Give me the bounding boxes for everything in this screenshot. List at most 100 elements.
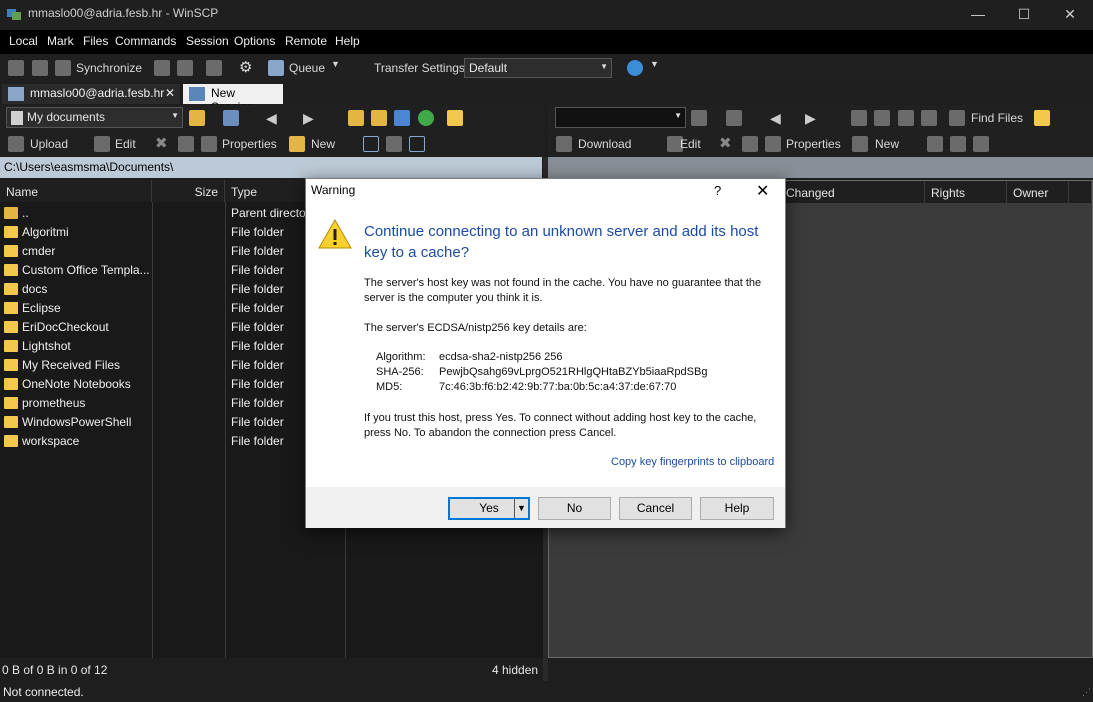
remote-new-button[interactable]: New: [875, 137, 899, 151]
remote-rename-icon[interactable]: [742, 136, 758, 152]
no-button[interactable]: No: [538, 497, 611, 520]
remote-home-icon[interactable]: [898, 110, 914, 126]
cancel-button[interactable]: Cancel: [619, 497, 692, 520]
sync-browse-icon[interactable]: [32, 60, 48, 76]
compare-icon[interactable]: [8, 60, 24, 76]
column-changed[interactable]: Changed: [774, 181, 925, 203]
menu-help[interactable]: Help: [335, 34, 360, 48]
minimize-button[interactable]: —: [955, 0, 1001, 28]
close-window-button[interactable]: ✕: [1047, 0, 1093, 28]
remote-forward-arrow-icon[interactable]: ▶: [805, 110, 821, 126]
download-button[interactable]: Download: [578, 137, 631, 151]
remote-properties-icon: [765, 136, 781, 152]
tab-session[interactable]: mmaslo00@adria.fesb.hr ✕: [2, 84, 180, 104]
menu-options[interactable]: Options: [234, 34, 275, 48]
folder-icon: [4, 226, 18, 238]
menu-session[interactable]: Session: [186, 34, 229, 48]
global-settings-icon[interactable]: [627, 60, 643, 76]
home-icon[interactable]: [394, 110, 410, 126]
menu-remote[interactable]: Remote: [285, 34, 327, 48]
left-path-bar[interactable]: C:\Users\easmsma\Documents\: [0, 157, 542, 178]
remote-select-files-icon[interactable]: [927, 136, 943, 152]
hidden-files-status[interactable]: 4 hidden: [492, 663, 538, 677]
find-files-button[interactable]: Find Files: [971, 111, 1023, 125]
remote-unselect-files-icon[interactable]: [950, 136, 966, 152]
rename-icon[interactable]: [178, 136, 194, 152]
remote-refresh-icon[interactable]: [921, 110, 937, 126]
gear-icon[interactable]: ⚙: [239, 60, 255, 76]
yes-dropdown-icon[interactable]: ▼: [514, 499, 528, 518]
back-arrow-icon[interactable]: ◀: [266, 110, 282, 126]
select-files-icon[interactable]: [363, 136, 379, 152]
unselect-files-icon[interactable]: [386, 136, 402, 152]
properties-button[interactable]: Properties: [222, 137, 277, 151]
column-owner[interactable]: Owner: [1007, 181, 1069, 203]
select-by-filter-icon[interactable]: [409, 136, 425, 152]
maximize-button[interactable]: ☐: [1001, 0, 1047, 28]
transfer-settings-select[interactable]: Default ▼: [464, 58, 612, 78]
parent-directory-icon[interactable]: [348, 110, 364, 126]
close-tab-icon[interactable]: ✕: [165, 86, 175, 100]
right-nav-toolbar: ▼ ◀ ▶ Find Files: [548, 105, 1093, 131]
new-button[interactable]: New: [311, 137, 335, 151]
resize-grip-icon[interactable]: ⋰: [1082, 687, 1091, 698]
yes-button[interactable]: Yes ▼: [448, 497, 530, 520]
root-directory-icon[interactable]: [371, 110, 387, 126]
remote-root-directory-icon[interactable]: [874, 110, 890, 126]
new-session-icon: [189, 87, 205, 101]
file-type: File folder: [231, 339, 284, 353]
forward-arrow-icon[interactable]: ▶: [303, 110, 319, 126]
synchronize-button[interactable]: Synchronize: [76, 61, 142, 75]
folder-icon: [4, 416, 18, 428]
folder-icon: [4, 340, 18, 352]
file-name: ..: [22, 206, 29, 220]
left-nav-toolbar: My documents ▼ ◀ ▶: [0, 105, 545, 131]
help-button[interactable]: Help: [700, 497, 774, 520]
menu-commands[interactable]: Commands: [115, 34, 176, 48]
remote-edit-button[interactable]: Edit: [680, 137, 701, 151]
upload-button[interactable]: Upload: [30, 137, 68, 151]
remote-back-arrow-icon[interactable]: ◀: [770, 110, 786, 126]
copy-fingerprints-link[interactable]: Copy key fingerprints to clipboard: [611, 456, 774, 468]
global-settings-dropdown-icon[interactable]: ▼: [650, 59, 659, 69]
menu-mark[interactable]: Mark: [47, 34, 74, 48]
menu-local[interactable]: Local: [9, 34, 38, 48]
right-location-select[interactable]: ▼: [555, 107, 686, 128]
remote-bookmarks-icon[interactable]: [1034, 110, 1050, 126]
main-toolbar: Synchronize ⚙ Queue ▼ Transfer Settings …: [0, 55, 1093, 81]
preferences-icon[interactable]: [206, 60, 222, 76]
edit-button[interactable]: Edit: [115, 137, 136, 151]
dialog-help-button[interactable]: ?: [714, 183, 721, 198]
file-type: File folder: [231, 377, 284, 391]
folder-icon: [4, 397, 18, 409]
remote-open-folder-icon[interactable]: [691, 110, 707, 126]
queue-dropdown-icon[interactable]: ▼: [331, 59, 340, 69]
file-name: EriDocCheckout: [22, 320, 109, 334]
queue-button[interactable]: Queue: [289, 61, 325, 75]
column-rights[interactable]: Rights: [925, 181, 1007, 203]
sha256-value: PewjbQsahg69vLprgO521RHlgQHtaBZYb5iaaRpd…: [439, 366, 708, 378]
remote-parent-directory-icon[interactable]: [851, 110, 867, 126]
open-folder-icon[interactable]: [189, 110, 205, 126]
dialog-close-button[interactable]: ✕: [756, 181, 769, 201]
column-name[interactable]: Name: [0, 180, 152, 202]
left-location-select[interactable]: My documents ▼: [6, 107, 183, 128]
refresh-icon[interactable]: [418, 110, 434, 126]
sha256-label: SHA-256:: [376, 366, 424, 378]
bookmarks-icon[interactable]: [447, 110, 463, 126]
putty-icon[interactable]: [177, 60, 193, 76]
terminal-icon[interactable]: [154, 60, 170, 76]
file-name: My Received Files: [22, 358, 121, 372]
column-size[interactable]: Size: [152, 180, 225, 202]
remote-delete-icon[interactable]: ✖: [719, 136, 735, 152]
delete-icon[interactable]: ✖: [155, 136, 171, 152]
right-path-bar[interactable]: [548, 157, 1093, 178]
menu-files[interactable]: Files: [83, 34, 108, 48]
remote-select-by-filter-icon[interactable]: [973, 136, 989, 152]
remote-filter-icon[interactable]: [726, 110, 742, 126]
remote-properties-button[interactable]: Properties: [786, 137, 841, 151]
filter-icon[interactable]: [223, 110, 239, 126]
right-file-toolbar: Download Edit ✖ Properties New: [548, 132, 1093, 156]
tab-new-session[interactable]: New Session: [183, 84, 283, 114]
find-files-icon: [949, 110, 965, 126]
